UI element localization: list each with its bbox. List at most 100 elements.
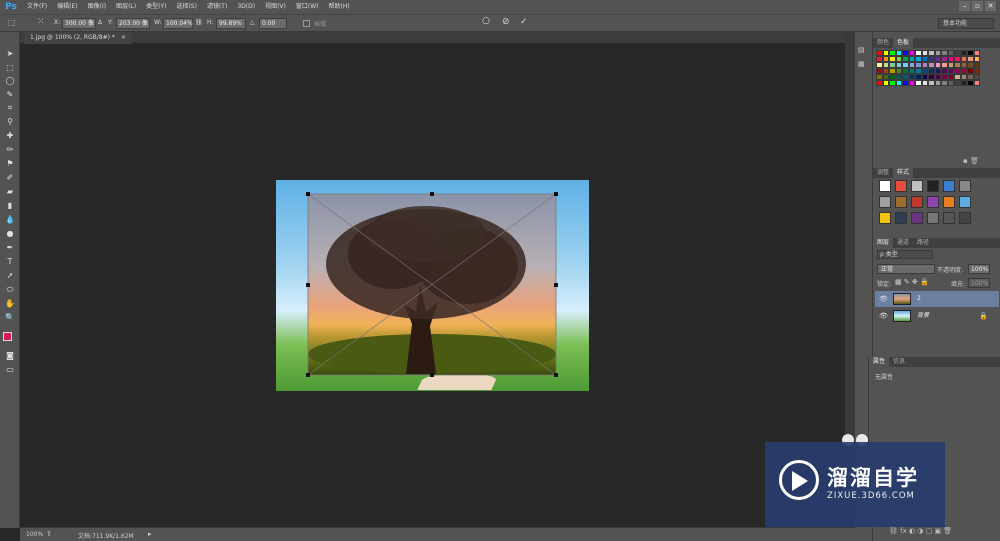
minimize-button[interactable]: –	[959, 1, 970, 11]
layer-action-icons[interactable]: ⛓ fx ◐ ◑ ▢ ▣ 🗑	[889, 527, 952, 535]
crop-tool-icon[interactable]: ⌗	[4, 102, 16, 113]
style-preset[interactable]	[879, 196, 891, 208]
opacity-field[interactable]: 100%	[968, 264, 990, 274]
cancel-icon[interactable]: ⊘	[502, 17, 510, 27]
tab-properties[interactable]: 属性	[869, 357, 890, 367]
document-tab[interactable]: 1.jpg @ 100% (2, RGB/8#) * ×	[24, 32, 132, 44]
status-menu-arrow-icon[interactable]: ▸	[148, 530, 152, 538]
style-preset[interactable]	[911, 212, 923, 224]
pen-tool-icon[interactable]: ✒	[4, 242, 16, 253]
history-brush-icon[interactable]: ✐	[4, 172, 16, 183]
eraser-tool-icon[interactable]: ▰	[4, 186, 16, 197]
style-preset[interactable]	[879, 212, 891, 224]
styles-grid[interactable]	[879, 180, 975, 224]
link-icon[interactable]: ⛓	[195, 19, 203, 26]
menu-help[interactable]: 帮助(H)	[324, 0, 355, 14]
tab-swatches[interactable]: 色板	[893, 38, 914, 48]
fill-field[interactable]: 100%	[968, 278, 990, 288]
style-preset[interactable]	[895, 180, 907, 192]
angle-field[interactable]: 0.00	[259, 18, 287, 29]
restore-button[interactable]: ▫	[972, 1, 983, 11]
layer-row-2[interactable]: 👁 2	[875, 291, 999, 307]
tab-paths[interactable]: 路径	[913, 238, 933, 248]
layer-row-background[interactable]: 👁 背景 🔒	[875, 308, 999, 324]
swatch-new-icon[interactable]: ▪ 🗑	[963, 157, 979, 165]
tab-info[interactable]: 信息	[889, 357, 909, 367]
menu-image[interactable]: 图像(I)	[83, 0, 111, 14]
panel-icon-2[interactable]: ▦	[858, 60, 868, 68]
tab-adjustments[interactable]: 调整	[873, 168, 893, 178]
style-preset[interactable]	[879, 180, 891, 192]
tab-color[interactable]: 颜色	[873, 38, 893, 48]
close-window-button[interactable]: ✕	[985, 1, 996, 11]
hand-tool-icon[interactable]: ✋	[4, 298, 16, 309]
marquee-tool-icon[interactable]: ⬚	[4, 62, 16, 73]
screen-mode-icon[interactable]: ▭	[4, 364, 16, 375]
menu-layer[interactable]: 图层(L)	[111, 0, 141, 14]
menu-file[interactable]: 文件(F)	[22, 0, 52, 14]
gradient-tool-icon[interactable]: ▮	[4, 200, 16, 211]
dodge-tool-icon[interactable]: ●	[4, 228, 16, 239]
tab-layers[interactable]: 图层	[873, 238, 894, 248]
workspace-select[interactable]: 基本功能	[938, 18, 994, 29]
interpolation-checkbox[interactable]	[303, 20, 310, 27]
clone-stamp-icon[interactable]: ⚑	[4, 158, 16, 169]
width-field[interactable]: 100.04%	[163, 18, 193, 29]
tree-photo-layer[interactable]	[308, 194, 556, 375]
tab-styles[interactable]: 样式	[893, 168, 914, 178]
swatches-grid[interactable]	[876, 50, 980, 86]
visibility-eye-icon[interactable]: 👁	[879, 291, 888, 307]
visibility-eye-icon[interactable]: 👁	[879, 308, 888, 324]
height-field[interactable]: 99.89%	[216, 18, 246, 29]
style-preset[interactable]	[895, 196, 907, 208]
menu-view[interactable]: 视图(V)	[260, 0, 291, 14]
menu-3d[interactable]: 3D(D)	[232, 0, 260, 14]
menu-filter[interactable]: 滤镜(T)	[202, 0, 232, 14]
y-field[interactable]: 203.00 像	[116, 18, 150, 29]
foreground-color-swatch[interactable]	[3, 332, 12, 341]
style-preset[interactable]	[927, 180, 939, 192]
warp-icon[interactable]: ⎔	[482, 17, 490, 27]
style-preset[interactable]	[959, 180, 971, 192]
healing-brush-icon[interactable]: ✚	[4, 130, 16, 141]
blur-tool-icon[interactable]: 💧	[4, 214, 16, 225]
brush-tool-icon[interactable]: ✏	[4, 144, 16, 155]
delta-icon[interactable]: ∆	[98, 19, 102, 26]
path-select-icon[interactable]: ➚	[4, 270, 16, 281]
lock-icons[interactable]: ▦ ✎ ✥ 🔒	[895, 278, 929, 286]
menu-edit[interactable]: 编辑(E)	[52, 0, 82, 14]
style-preset[interactable]	[911, 180, 923, 192]
menu-window[interactable]: 窗口(W)	[291, 0, 324, 14]
zoom-tool-icon[interactable]: 🔍	[4, 312, 16, 323]
panel-icon-1[interactable]: ▤	[858, 46, 868, 54]
tool-preset-icon[interactable]: ⬚	[8, 18, 16, 27]
quick-mask-icon[interactable]: ◙	[4, 350, 16, 361]
blend-mode-select[interactable]: 正常	[877, 264, 935, 274]
style-preset[interactable]	[959, 212, 971, 224]
tab-channels[interactable]: 通道	[893, 238, 913, 248]
menu-select[interactable]: 选择(S)	[171, 0, 202, 14]
quick-select-icon[interactable]: ✎	[4, 89, 16, 100]
style-preset[interactable]	[927, 212, 939, 224]
share-icon[interactable]: ⇪	[46, 530, 52, 538]
commit-check-icon[interactable]: ✓	[520, 17, 528, 27]
style-preset[interactable]	[895, 212, 907, 224]
style-preset[interactable]	[927, 196, 939, 208]
layer-kind-filter[interactable]: ρ 类型	[877, 250, 933, 259]
zoom-level[interactable]: 100%	[26, 531, 43, 538]
shape-tool-icon[interactable]: ⬭	[4, 284, 16, 295]
x-field[interactable]: 300.00 像	[62, 18, 96, 29]
menu-type[interactable]: 类型(Y)	[141, 0, 171, 14]
type-tool-icon[interactable]: T	[4, 256, 16, 267]
style-preset[interactable]	[959, 196, 971, 208]
eyedropper-icon[interactable]: ⚲	[4, 116, 16, 127]
close-tab-icon[interactable]: ×	[121, 34, 126, 41]
style-preset[interactable]	[943, 196, 955, 208]
style-preset[interactable]	[943, 212, 955, 224]
lasso-tool-icon[interactable]: ◯	[4, 75, 16, 86]
swatch-cell[interactable]	[973, 80, 980, 86]
style-preset[interactable]	[911, 196, 923, 208]
reference-point-icon[interactable]: ⁙	[37, 17, 45, 27]
style-preset[interactable]	[943, 180, 955, 192]
move-tool-icon[interactable]: ➤	[4, 48, 16, 59]
